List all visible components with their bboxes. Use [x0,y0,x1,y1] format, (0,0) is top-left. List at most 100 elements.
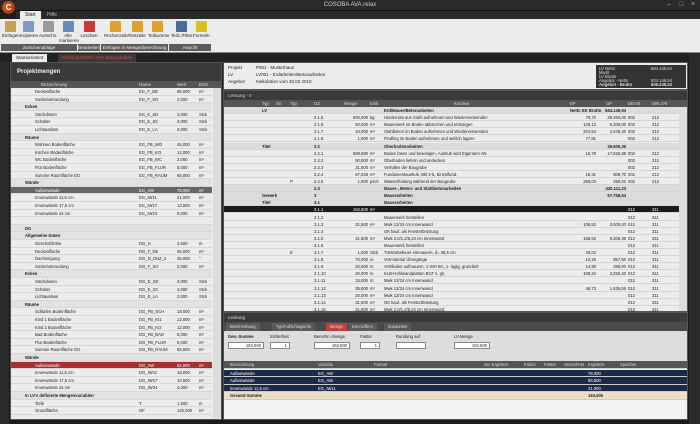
tree-row[interactable]: Wohnen Bodenfläche EG_FB_WO 45,000 m² [11,141,212,149]
tree-row[interactable]: Dachneigung DG_N_DNZ_2 35,000 ° [11,255,212,263]
col-header[interactable]: Wert [177,81,186,88]
tree-row[interactable]: Ecken [11,270,212,278]
lv-row[interactable]: 2.2.3 31,500 m³ Verfüllen der Baugrube 002 21… [224,164,679,171]
tree-row[interactable] [11,217,212,225]
lv-row[interactable]: 3.1.14 31,500 m² OK kauf. als Fensterbrüstu… [224,299,679,306]
quantity-row[interactable]: Außenwände EG_AW 78,000 [224,369,687,377]
paste-button[interactable]: Einfügen [2,21,20,41]
col-header[interactable]: Einh. [370,100,380,107]
tab-startassistent[interactable]: Startassistent [12,54,48,62]
lv-row[interactable]: Gewerk 3 Mauerarbeiten 57.758,54 [224,192,679,200]
tree-row[interactable]: Innenwände 24 cm DG_IW24 4,000 m² [11,384,212,392]
left-scrollbar[interactable] [213,88,221,418]
calc-qty-field[interactable]: 163,500 [314,342,350,349]
quantity-row[interactable]: Innenwände 11,5 cm EG_IW11 21,000 [224,384,687,392]
tree-row[interactable]: Sockelumrandung EG_F_SO 2,000 m² [11,96,212,104]
tree-row[interactable]: Schlafen Bodenfläche DG_FB_SCH 18,000 m² [11,308,212,316]
tree-row[interactable]: Innenwände 17,5 cm DG_IW17 10,500 m² [11,377,212,385]
quantity-row[interactable]: Gesamt-Summe 163,500 [224,392,687,400]
lv-row[interactable]: 2.3 Mauer-, Beton- und Stahlbetonarbeiten… [224,185,679,193]
tree-row[interactable]: Kochen Bodenfläche EG_FB_KO 12,000 m² [11,149,212,157]
lv-row[interactable]: 2.2.2 50,000 m² Oberboden liefern und andec… [224,157,679,164]
tree-row[interactable]: WC Bodenfläche EG_FB_WC 3,000 m² [11,156,212,164]
col-header[interactable]: Bezeichnung [41,81,67,88]
col-header[interactable]: EP [570,100,576,107]
tree-row[interactable]: Innenwände 11,5 cm DG_IW11 18,000 m² [11,369,212,377]
lv-row[interactable]: 3.1.1 163,500 m² 012 311 [224,206,679,214]
tree-row[interactable]: Sockelumrandung DG_F_SO 2,000 m² [11,263,212,271]
lv-row[interactable]: E 3.1.7 1,000 Stck Türstrebefeuer einmauern,… [224,249,679,257]
tab-hilfe[interactable]: Hilfe [42,11,62,19]
lv-row[interactable]: 3.1.2 Mauerwerk herstellen 012 311 [224,214,679,221]
tree-row[interactable]: Ecken [11,103,212,111]
maximize-icon[interactable]: □ [676,1,686,9]
tree-row[interactable]: Kind 2 Bodenfläche DG_FB_KI2 12,000 m² [11,324,212,332]
lv-row[interactable]: 3.1.5 31,500 m² Mwk 2.0/1,2/6,24 cm Innenwa… [224,235,679,242]
col-header[interactable]: OZ [314,100,320,107]
tab-start[interactable]: Start [20,11,41,19]
tree-row[interactable]: Lichtauslass EG_E_LA 2,000 Stck [11,126,212,134]
tab-zusatztext[interactable]: Zusatztext [384,323,412,331]
tree-row[interactable]: Lichtauslass DG_E_LA 2,000 Stck [11,293,212,301]
col-header[interactable]: Speicher [620,361,637,369]
lv-row[interactable]: 3.1.12 35,000 m² Mwk 12/24 cm Innenwand 46,7… [224,285,679,292]
tree-row[interactable]: Deckenfläche DG_F_DE 55,000 m² [11,248,212,256]
col-header[interactable]: Zw.-Ergebnis [484,361,508,369]
tree-row[interactable]: Außenwände EG_AW 78,000 m² [11,186,212,195]
main-scrollbar[interactable] [679,107,687,311]
lv-row[interactable]: Titel 2.2 Oberbodenarbeiten 35.505,36 [224,142,679,150]
total-field[interactable]: 163,500 [228,342,264,349]
col-header[interactable]: Kurztext [454,100,469,107]
tab-menge[interactable]: Menge [326,323,347,331]
text-line-button[interactable]: Textzeile [128,21,146,41]
tree-row[interactable]: Allgemeine Daten [11,232,212,240]
col-header[interactable]: Faktor [544,361,556,369]
right-side-strip[interactable] [689,53,700,424]
lv-row[interactable]: 3.1.6 Mauerwerk herstellen 012 311 [224,242,679,249]
col-header[interactable]: Str [276,100,281,107]
tree-row[interactable]: Wände [11,354,212,362]
lv-row[interactable]: 2.2.4 67,048 m³ Fundamentaushub, Bkl 2-5, E… [224,171,679,178]
lv-qty-field[interactable]: 163,500 [454,342,490,349]
col-header[interactable]: DIN 276 [652,100,667,107]
tree-row[interactable]: Räume [11,300,212,309]
tree-row[interactable]: Tiefe T 1,500 m [11,400,212,408]
lv-row[interactable]: 3.1.3 31,500 m² Mwk 12/24 cm Innenwand 108,5… [224,221,679,228]
col-header[interactable]: Variable [318,361,333,369]
tab-typ[interactable]: Typ/Aufschlagsinfo [272,323,316,331]
left-side-strip[interactable] [0,62,9,424]
lv-row[interactable]: 3.1.10 30,000 m KLB-Hohlwandplatten BCF s. … [224,270,679,278]
rounding-select[interactable] [396,342,426,349]
tree-row[interactable]: Deckenfläche EG_F_DE 65,000 m² [11,88,212,96]
tree-row[interactable]: Innenwände 24 cm EG_IW24 9,000 m² [11,210,212,218]
col-header[interactable]: Ergebnis [588,361,605,369]
lv-row[interactable]: 2.1.8 1,000 m³ Findling im Boden aufnehmen … [224,135,679,143]
tree-row[interactable]: In LV's definierte Mengenvariablen [11,392,212,400]
tree-row[interactable]: Flur Bodenfläche DG_FB_FLUR 5,000 m² [11,339,212,347]
tree-row[interactable]: Kind 1 Bodenfläche DG_FB_KI1 12,000 m² [11,316,212,324]
copy-button[interactable]: Kopieren [20,21,38,41]
lv-row[interactable]: 2.1.5 500,000 kg Hinderniss aus Stahl aufne… [224,114,679,122]
formulas-button[interactable]: Formeln [193,21,210,41]
col-header[interactable]: Typ [290,100,297,107]
lv-row[interactable]: 2.1.6 50,000 m³ Mauerwerk im Boden abbreche… [224,121,679,129]
col-header[interactable]: Verrechnet [564,361,584,369]
col-header[interactable]: Bezeichnung [230,361,254,369]
lv-row[interactable]: 2.1.7 10,000 m³ Stahlbeton im Boden aufnehm… [224,128,679,136]
col-header[interactable]: Name [139,81,151,88]
col-header[interactable]: Faktor [524,361,536,369]
tree-row[interactable]: Geschoßhöhe DG_H 2,500 m [11,240,212,248]
tree-row[interactable]: Bad Bodenfläche DG_FB_BAD 8,000 m² [11,331,212,339]
lv-row[interactable]: LV Erd/Mauer/Betonarbeiten Netto EK Brutto… [224,107,679,115]
tree-row[interactable]: Wände [11,179,212,187]
tree-row[interactable]: Schalter DG_E_SC 3,000 Stck [11,286,212,294]
tree-row[interactable]: Steckdosen DG_E_SD 3,000 Stck [11,278,212,286]
cut-button[interactable]: Ausschn. [39,21,58,41]
tree-row[interactable]: Steckdosen EG_E_SD 3,000 Stck [11,111,212,119]
delete-button[interactable]: Löschen [80,21,98,41]
col-header[interactable]: DEVIS [628,100,641,107]
tree-row[interactable]: Summe Raumfläche EG EG_FB_RAUM 65,000 m² [11,172,212,180]
lv-row[interactable]: 3.1.13 20,000 m² Mwk 12/24 cm Innenwand 012 3… [224,292,679,299]
tab-kennziffern[interactable]: Kennziffern [348,323,378,331]
tree-row[interactable]: DG [11,224,212,233]
